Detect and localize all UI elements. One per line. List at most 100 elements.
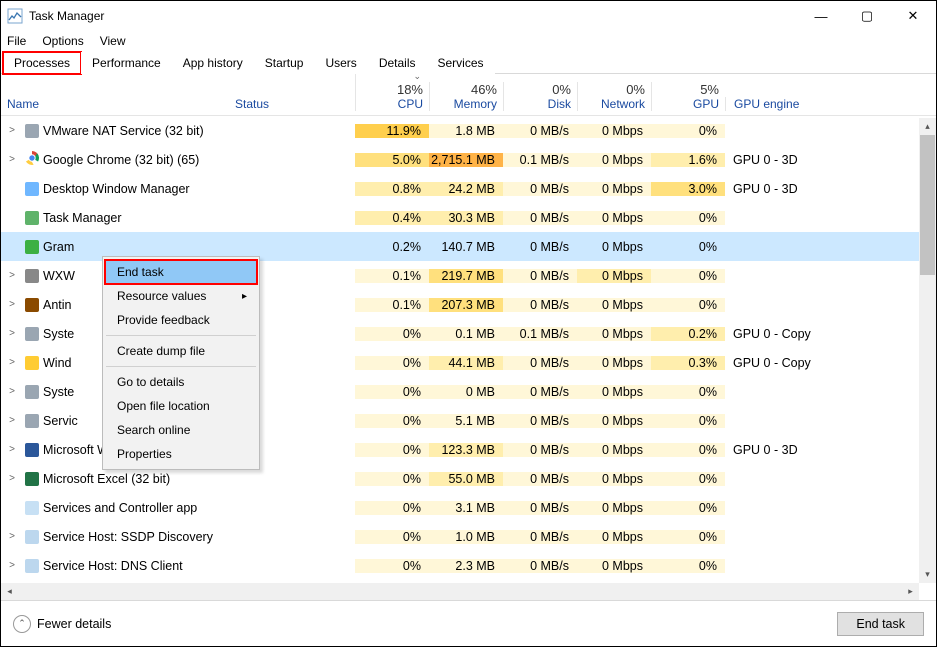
col-disk[interactable]: 0%Disk — [503, 82, 577, 111]
expand-toggle[interactable]: > — [1, 386, 23, 397]
menu-file[interactable]: File — [7, 34, 26, 48]
cell-gpu: 0% — [651, 530, 725, 544]
close-button[interactable]: ✕ — [890, 1, 936, 31]
cell-mem: 3.1 MB — [429, 501, 503, 515]
process-name: Desktop Window Manager — [41, 182, 229, 196]
expand-toggle[interactable]: > — [1, 125, 23, 136]
cell-net: 0 Mbps — [577, 501, 651, 515]
minimize-button[interactable]: — — [798, 1, 844, 31]
expand-toggle[interactable]: > — [1, 444, 23, 455]
process-icon — [23, 327, 41, 341]
cell-disk: 0 MB/s — [503, 240, 577, 254]
vertical-scrollbar[interactable]: ▴ ▾ — [919, 118, 936, 583]
titlebar[interactable]: Task Manager — ▢ ✕ — [1, 1, 936, 31]
cell-mem: 219.7 MB — [429, 269, 503, 283]
process-name: Service Host: DNS Client — [41, 559, 229, 573]
menu-view[interactable]: View — [100, 34, 126, 48]
fewer-details-button[interactable]: ⌃ Fewer details — [13, 615, 111, 633]
table-row[interactable]: >Google Chrome (32 bit) (65)5.0%2,715.1 … — [1, 145, 936, 174]
col-gpu[interactable]: 5%GPU — [651, 82, 725, 111]
process-icon — [23, 124, 41, 138]
expand-toggle[interactable]: > — [1, 328, 23, 339]
scroll-down-icon[interactable]: ▾ — [919, 566, 936, 583]
table-row[interactable]: >Service Host: SSDP Discovery0%1.0 MB0 M… — [1, 522, 936, 551]
col-memory[interactable]: 46%Memory — [429, 82, 503, 111]
process-icon — [23, 414, 41, 428]
menu-item-create-dump-file[interactable]: Create dump file — [105, 339, 257, 363]
menu-item-search-online[interactable]: Search online — [105, 418, 257, 442]
cell-disk: 0 MB/s — [503, 530, 577, 544]
cell-mem: 24.2 MB — [429, 182, 503, 196]
maximize-button[interactable]: ▢ — [844, 1, 890, 31]
cell-net: 0 Mbps — [577, 124, 651, 138]
cell-gpu: 3.0% — [651, 182, 725, 196]
tab-app-history[interactable]: App history — [172, 52, 254, 74]
window-buttons: — ▢ ✕ — [798, 1, 936, 31]
tab-performance[interactable]: Performance — [81, 52, 172, 74]
expand-toggle[interactable]: > — [1, 473, 23, 484]
cell-net: 0 Mbps — [577, 211, 651, 225]
cell-mem: 2,715.1 MB — [429, 153, 503, 167]
cell-net: 0 Mbps — [577, 327, 651, 341]
expand-toggle[interactable]: > — [1, 357, 23, 368]
cell-cpu: 0% — [355, 443, 429, 457]
menu-item-resource-values[interactable]: Resource values▸ — [105, 284, 257, 308]
footer: ⌃ Fewer details End task — [1, 600, 936, 646]
menu-item-open-file-location[interactable]: Open file location — [105, 394, 257, 418]
scroll-thumb[interactable] — [920, 135, 935, 275]
cell-gpu: 0.3% — [651, 356, 725, 370]
process-icon — [23, 182, 41, 196]
cell-cpu: 0% — [355, 501, 429, 515]
menu-item-properties[interactable]: Properties — [105, 442, 257, 466]
cell-cpu: 5.0% — [355, 153, 429, 167]
window-title: Task Manager — [29, 9, 104, 23]
process-icon — [23, 356, 41, 370]
col-status[interactable]: Status — [229, 97, 355, 111]
cell-cpu: 0% — [355, 385, 429, 399]
tab-users[interactable]: Users — [314, 52, 367, 74]
end-task-button[interactable]: End task — [837, 612, 924, 636]
expand-toggle[interactable]: > — [1, 560, 23, 571]
process-icon — [23, 559, 41, 573]
table-row[interactable]: >Service Host: DNS Client0%2.3 MB0 MB/s0… — [1, 551, 936, 580]
table-row[interactable]: Services and Controller app0%3.1 MB0 MB/… — [1, 493, 936, 522]
col-gpu-engine[interactable]: GPU engine — [725, 97, 936, 111]
scroll-left-icon[interactable]: ◂ — [1, 583, 18, 600]
cell-cpu: 0% — [355, 327, 429, 341]
col-name[interactable]: Name — [1, 97, 229, 111]
menu-item-end-task[interactable]: End task — [105, 260, 257, 284]
expand-toggle[interactable]: > — [1, 270, 23, 281]
cell-cpu: 11.9% — [355, 124, 429, 138]
expand-toggle[interactable]: > — [1, 154, 23, 165]
tab-services[interactable]: Services — [427, 52, 495, 74]
horizontal-scrollbar[interactable]: ◂ ▸ — [1, 583, 919, 600]
menu-options[interactable]: Options — [42, 34, 83, 48]
scroll-up-icon[interactable]: ▴ — [919, 118, 936, 135]
tab-details[interactable]: Details — [368, 52, 427, 74]
expand-toggle[interactable]: > — [1, 415, 23, 426]
cell-mem: 123.3 MB — [429, 443, 503, 457]
table-row[interactable]: >VMware NAT Service (32 bit)11.9%1.8 MB0… — [1, 116, 936, 145]
cell-gpu: 0% — [651, 211, 725, 225]
cell-cpu: 0% — [355, 530, 429, 544]
table-row[interactable]: Desktop Window Manager0.8%24.2 MB0 MB/s0… — [1, 174, 936, 203]
scroll-right-icon[interactable]: ▸ — [902, 583, 919, 600]
col-network[interactable]: 0%Network — [577, 82, 651, 111]
cell-net: 0 Mbps — [577, 240, 651, 254]
cell-gpu: 0% — [651, 501, 725, 515]
cell-net: 0 Mbps — [577, 298, 651, 312]
menu-item-go-to-details[interactable]: Go to details — [105, 370, 257, 394]
cell-disk: 0 MB/s — [503, 385, 577, 399]
cell-net: 0 Mbps — [577, 153, 651, 167]
tab-startup[interactable]: Startup — [254, 52, 315, 74]
col-cpu[interactable]: ⌄18%CPU — [355, 68, 429, 111]
expand-toggle[interactable]: > — [1, 299, 23, 310]
menu-item-provide-feedback[interactable]: Provide feedback — [105, 308, 257, 332]
cell-mem: 55.0 MB — [429, 472, 503, 486]
expand-toggle[interactable]: > — [1, 531, 23, 542]
tab-processes[interactable]: Processes — [3, 52, 81, 74]
cell-net: 0 Mbps — [577, 356, 651, 370]
cell-gpu: 0% — [651, 269, 725, 283]
cell-disk: 0 MB/s — [503, 211, 577, 225]
table-row[interactable]: Task Manager0.4%30.3 MB0 MB/s0 Mbps0% — [1, 203, 936, 232]
